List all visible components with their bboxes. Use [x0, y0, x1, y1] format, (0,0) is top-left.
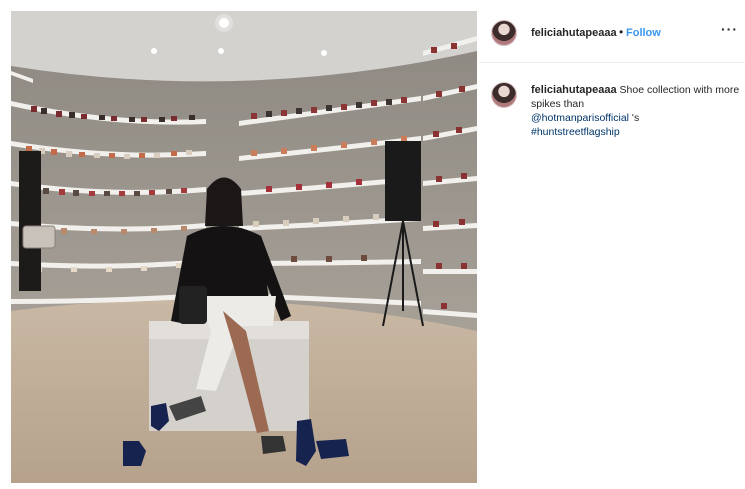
post-photo[interactable]: [11, 11, 477, 483]
shoe-room-illustration: [11, 11, 477, 483]
caption-username[interactable]: feliciahutapeaaa: [531, 84, 617, 96]
caption-suffix: 's: [629, 112, 640, 124]
follow-button[interactable]: Follow: [626, 27, 661, 39]
profile-avatar[interactable]: [491, 20, 517, 46]
more-options-icon[interactable]: ···: [721, 21, 738, 37]
header-username[interactable]: feliciahutapeaaa: [531, 27, 617, 39]
instagram-post: feliciahutapeaaa • Follow ··· feliciahut…: [0, 0, 745, 489]
hashtag-link[interactable]: #huntstreetflagship: [531, 126, 620, 138]
separator-dot: •: [619, 25, 624, 39]
caption-avatar[interactable]: [491, 82, 517, 108]
post-header: feliciahutapeaaa • Follow ···: [478, 0, 745, 63]
post-sidebar: feliciahutapeaaa • Follow ··· feliciahut…: [478, 0, 745, 489]
mention-link[interactable]: @hotmanparisofficial: [531, 112, 629, 124]
caption-text: feliciahutapeaaa Shoe collection with mo…: [531, 83, 741, 139]
